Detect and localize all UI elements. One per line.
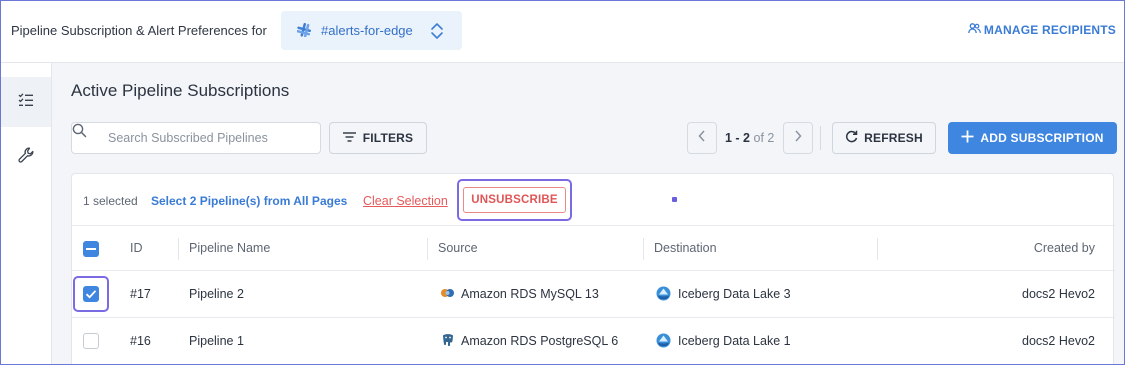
toolbar-divider: [820, 126, 821, 150]
rail-item-settings[interactable]: [1, 133, 51, 183]
page-title: Active Pipeline Subscriptions: [71, 81, 290, 100]
checklist-icon: [18, 92, 34, 112]
plus-icon: [961, 130, 980, 146]
row-source: Amazon RDS MySQL 13: [461, 287, 599, 301]
users-icon: [968, 23, 984, 37]
row-created-by: docs2 Hevo2: [1022, 287, 1095, 301]
chevron-right-icon: [794, 129, 802, 147]
row-checkbox[interactable]: [83, 286, 99, 302]
iceberg-icon: [656, 333, 671, 353]
cursor-marker: [672, 197, 677, 202]
manage-recipients-button[interactable]: MANAGE RECIPIENTS: [968, 23, 1116, 37]
chevron-left-icon: [698, 129, 706, 147]
top-header: Pipeline Subscription & Alert Preference…: [1, 1, 1124, 63]
pagination-info: 1 - 2 of 2: [725, 131, 774, 145]
table-header: ID Pipeline Name Source Destination Crea…: [72, 227, 1115, 271]
selected-count: 1 selected: [83, 194, 138, 208]
column-header-id: ID: [130, 241, 143, 255]
rail-item-subscriptions[interactable]: [1, 77, 51, 127]
manage-recipients-label: MANAGE RECIPIENTS: [983, 23, 1116, 37]
column-divider: [178, 238, 179, 260]
main-content: Active Pipeline Subscriptions FILTERS: [52, 63, 1124, 364]
postgres-icon: [440, 333, 456, 352]
previous-page-button[interactable]: [687, 122, 717, 154]
column-divider: [877, 238, 878, 260]
column-header-pipeline-name: Pipeline Name: [189, 241, 271, 255]
refresh-label: REFRESH: [864, 131, 923, 145]
next-page-button[interactable]: [783, 122, 813, 154]
row-pipeline-name: Pipeline 1: [189, 334, 244, 348]
selection-bar: 1 selected Select 2 Pipeline(s) from All…: [72, 174, 1115, 226]
column-divider: [643, 238, 644, 260]
checkmark-icon: [85, 290, 97, 299]
row-destination: Iceberg Data Lake 3: [678, 287, 791, 301]
row-pipeline-name: Pipeline 2: [189, 287, 244, 301]
select-all-pages-link[interactable]: Select 2 Pipeline(s) from All Pages: [151, 194, 347, 208]
left-rail: [1, 63, 52, 364]
table-row[interactable]: #16 Pipeline 1 Amazon RDS PostgreSQL 6 I…: [72, 318, 1115, 364]
mysql-icon: [440, 286, 456, 305]
pagination-total: of 2: [753, 131, 775, 145]
clear-selection-link[interactable]: Clear Selection: [363, 194, 448, 208]
search-box[interactable]: [71, 122, 321, 154]
unsubscribe-button[interactable]: UNSUBSCRIBE: [463, 187, 566, 213]
iceberg-icon: [656, 286, 671, 306]
header-title: Pipeline Subscription & Alert Preference…: [11, 23, 267, 38]
refresh-button[interactable]: REFRESH: [832, 122, 936, 154]
channel-name: #alerts-for-edge: [321, 23, 413, 38]
filters-label: FILTERS: [362, 131, 414, 145]
row-created-by: docs2 Hevo2: [1022, 334, 1095, 348]
select-all-checkbox[interactable]: [83, 241, 99, 257]
row-id: #16: [130, 334, 151, 348]
row-destination: Iceberg Data Lake 1: [678, 334, 791, 348]
table-row[interactable]: #17 Pipeline 2 Amazon RDS MySQL 13 Icebe…: [72, 271, 1115, 318]
refresh-icon: [845, 130, 864, 146]
column-header-source: Source: [438, 241, 478, 255]
subscriptions-table: 1 selected Select 2 Pipeline(s) from All…: [71, 173, 1115, 364]
wrench-icon: [17, 147, 35, 169]
slack-icon: [296, 22, 312, 42]
row-checkbox[interactable]: [83, 333, 99, 349]
channel-selector[interactable]: #alerts-for-edge: [281, 11, 462, 50]
chevron-updown-icon: [430, 22, 444, 45]
row-source: Amazon RDS PostgreSQL 6: [461, 334, 619, 348]
filters-button[interactable]: FILTERS: [329, 122, 427, 154]
search-input[interactable]: [108, 129, 313, 147]
column-header-destination: Destination: [654, 241, 717, 255]
column-divider: [427, 238, 428, 260]
row-id: #17: [130, 287, 151, 301]
filter-icon: [342, 131, 363, 145]
pagination-range: 1 - 2: [725, 131, 751, 145]
column-header-created-by: Created by: [1033, 241, 1095, 255]
add-subscription-label: ADD SUBSCRIPTION: [980, 131, 1104, 145]
add-subscription-button[interactable]: ADD SUBSCRIPTION: [948, 122, 1117, 154]
app-window: Pipeline Subscription & Alert Preference…: [0, 0, 1125, 365]
